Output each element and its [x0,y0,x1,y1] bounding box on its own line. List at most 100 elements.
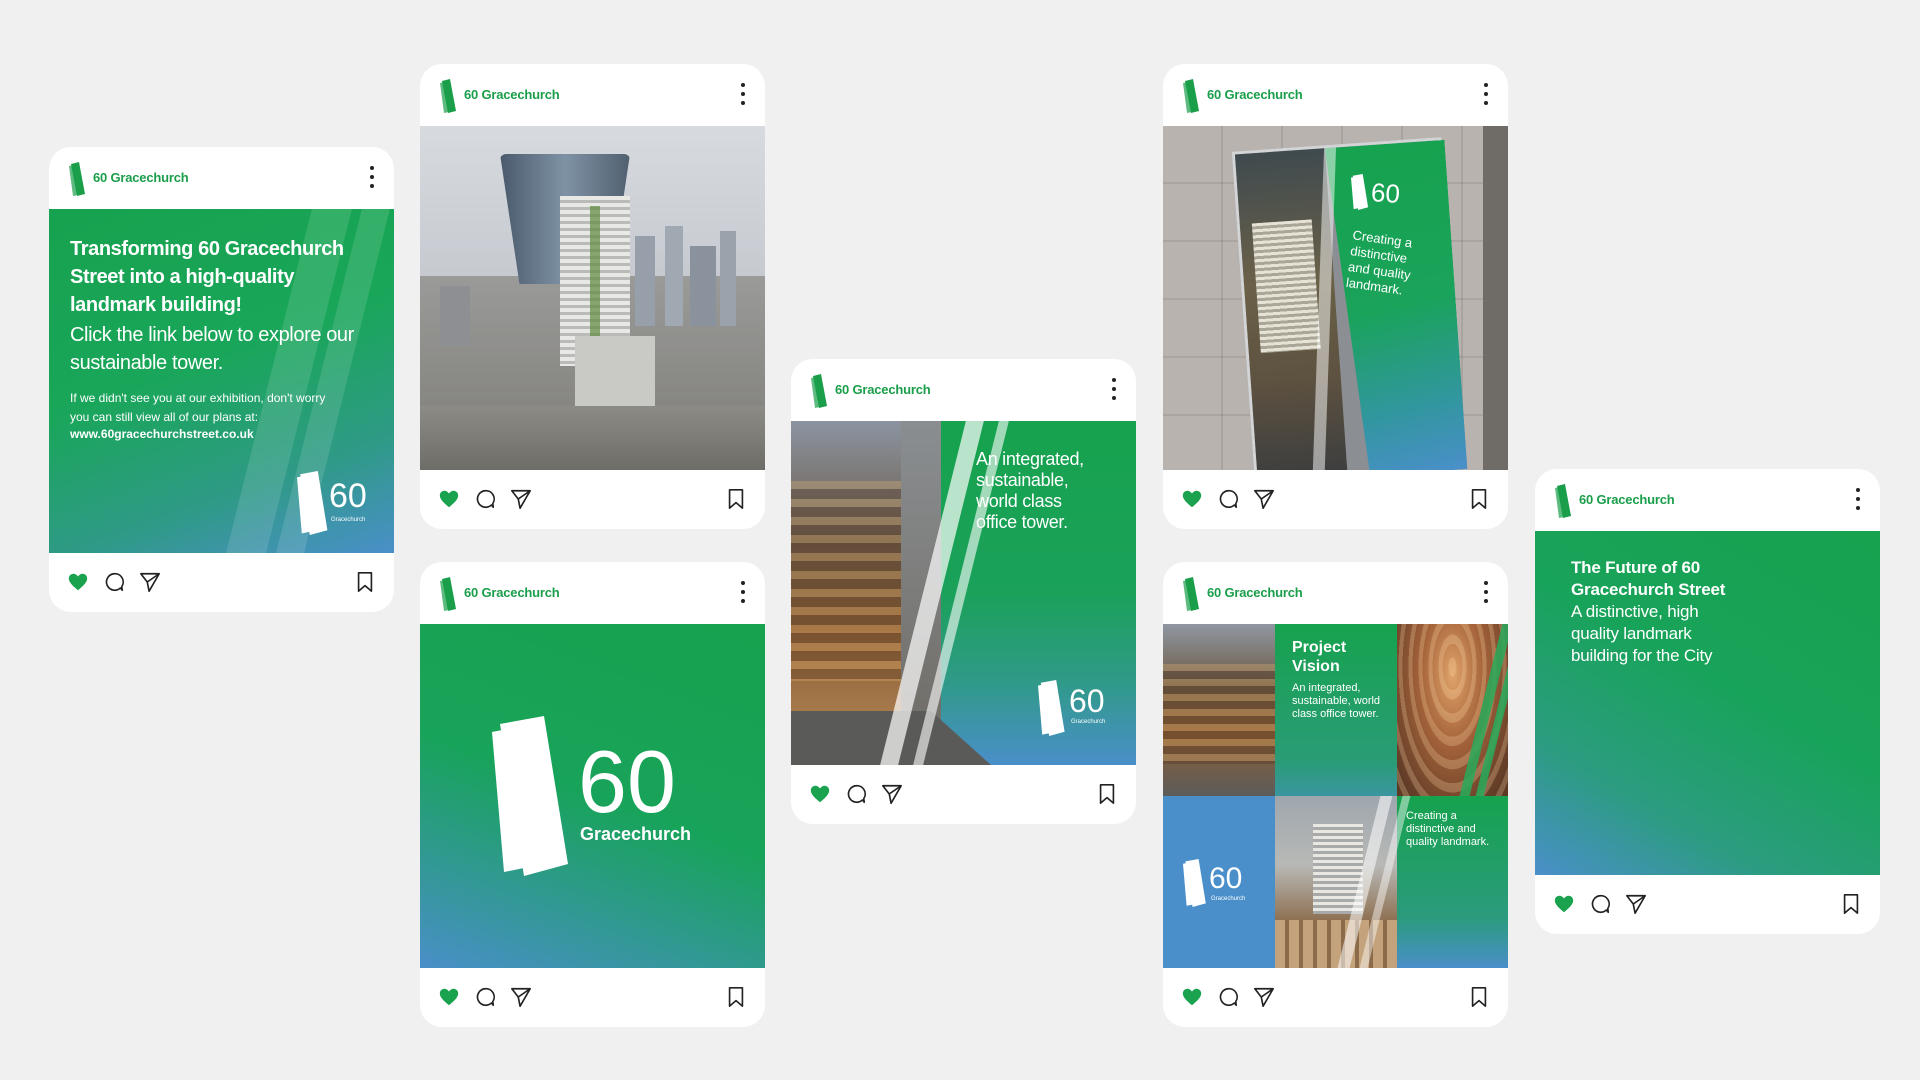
comment-icon[interactable] [1589,893,1611,915]
more-options-icon[interactable] [739,579,747,605]
heart-icon[interactable] [438,986,460,1008]
brand-logo-icon [69,162,87,196]
post-text: A distinctive, high quality landmark bui… [1571,602,1713,665]
post-actions [1535,875,1880,933]
brand-name[interactable]: 60 Gracechurch [1207,585,1303,600]
send-icon[interactable] [510,488,532,510]
post-url[interactable]: www.60gracechurchstreet.co.uk [70,427,254,441]
post-card-7: 60 Gracechurch The Future of 60 Gracechu… [1535,469,1880,934]
heart-icon[interactable] [438,488,460,510]
bookmark-icon[interactable] [1096,783,1118,805]
post-media-billboard[interactable]: 60 Creating a distinctive and quality la… [1163,126,1508,470]
comment-icon[interactable] [103,571,125,593]
bookmark-icon[interactable] [354,571,376,593]
post-header: 60 Gracechurch [49,147,394,209]
logo-number: 60 [329,477,367,515]
project-vision-text: An integrated, sustainable, world class … [1292,682,1381,720]
post-actions [420,968,765,1026]
post-actions [1163,968,1508,1026]
send-icon[interactable] [510,986,532,1008]
logo-number: 60 [1209,862,1243,895]
brand-name[interactable]: 60 Gracechurch [93,170,189,185]
collage-tagline: Creating a distinctive and quality landm… [1406,810,1490,848]
logo-word: Gracechurch [1211,896,1246,902]
post-header: 60 Gracechurch [1535,469,1880,531]
post-actions [791,765,1136,823]
post-media-future[interactable]: The Future of 60 Gracechurch Street A di… [1535,531,1880,875]
logo-word: Gracechurch [1071,719,1106,725]
bookmark-icon[interactable] [725,488,747,510]
more-options-icon[interactable] [1482,81,1490,107]
more-options-icon[interactable] [368,164,376,190]
heart-icon[interactable] [1181,986,1203,1008]
logo-60-icon [1351,172,1369,212]
post-card-6: 60 Gracechurch Project Vision An integra… [1163,562,1508,1027]
comment-icon[interactable] [474,488,496,510]
brand-name[interactable]: 60 Gracechurch [1579,492,1675,507]
brand-logo-icon [1555,484,1573,518]
comment-icon[interactable] [1217,986,1239,1008]
send-icon[interactable] [1625,893,1647,915]
post-subhead: Click the link below to explore our sust… [70,324,354,374]
post-card-5: 60 Gracechurch 60 Creating a distinctive… [1163,64,1508,529]
bookmark-icon[interactable] [1468,488,1490,510]
comment-icon[interactable] [474,986,496,1008]
brand-logo-icon [1183,577,1201,611]
post-header: 60 Gracechurch [420,562,765,624]
post-header: 60 Gracechurch [1163,562,1508,624]
post-text: An integrated, sustainable, world class … [976,449,1084,532]
heart-icon[interactable] [1553,893,1575,915]
post-header: 60 Gracechurch [791,359,1136,421]
post-header: 60 Gracechurch [1163,64,1508,126]
comment-icon[interactable] [845,783,867,805]
send-icon[interactable] [881,783,903,805]
post-body: If we didn't see you at our exhibition, … [70,391,326,424]
logo-number: 60 [578,732,676,831]
post-headline: Transforming 60 Gracechurch Street into … [70,238,344,316]
post-header: 60 Gracechurch [420,64,765,126]
comment-icon[interactable] [1217,488,1239,510]
more-options-icon[interactable] [1482,579,1490,605]
logo-word: Gracechurch [331,517,366,523]
brand-logo-icon [440,577,458,611]
brand-name[interactable]: 60 Gracechurch [835,382,931,397]
post-media-tower[interactable]: An integrated, sustainable, world class … [791,421,1136,765]
bookmark-icon[interactable] [725,986,747,1008]
logo-60-icon [1038,677,1066,739]
logo-word: Gracechurch [580,824,692,844]
bookmark-icon[interactable] [1468,986,1490,1008]
post-card-2: 60 Gracechurch [420,64,765,529]
send-icon[interactable] [139,571,161,593]
project-vision-title: Project Vision [1292,639,1347,675]
brand-name[interactable]: 60 Gracechurch [464,585,560,600]
brand-logo-icon [440,79,458,113]
post-media[interactable]: Transforming 60 Gracechurch Street into … [49,209,394,553]
logo-number: 60 [1069,683,1105,719]
brand-name[interactable]: 60 Gracechurch [1207,87,1303,102]
post-media-collage[interactable]: Project Vision An integrated, sustainabl… [1163,624,1508,968]
logo-60-icon [297,471,329,535]
post-title: The Future of 60 Gracechurch Street [1571,558,1726,599]
brand-logo-icon [1183,79,1201,113]
post-actions [49,553,394,611]
bookmark-icon[interactable] [1840,893,1862,915]
send-icon[interactable] [1253,488,1275,510]
heart-icon[interactable] [1181,488,1203,510]
more-options-icon[interactable] [739,81,747,107]
more-options-icon[interactable] [1854,486,1862,512]
logo-60-icon [492,710,572,882]
send-icon[interactable] [1253,986,1275,1008]
billboard-text: Creating a distinctive and quality landm… [1345,227,1414,298]
brand-logo-icon [811,374,829,408]
post-card-3: 60 Gracechurch 60 Gracechurch [420,562,765,1027]
heart-icon[interactable] [67,571,89,593]
post-card-1: 60 Gracechurch Transforming 60 Gracechur… [49,147,394,612]
post-media-skyline[interactable] [420,126,765,470]
heart-icon[interactable] [809,783,831,805]
logo-number: 60 [1370,177,1401,209]
post-actions [420,470,765,528]
more-options-icon[interactable] [1110,376,1118,402]
post-actions [1163,470,1508,528]
brand-name[interactable]: 60 Gracechurch [464,87,560,102]
post-media-logo[interactable]: 60 Gracechurch [420,624,765,968]
